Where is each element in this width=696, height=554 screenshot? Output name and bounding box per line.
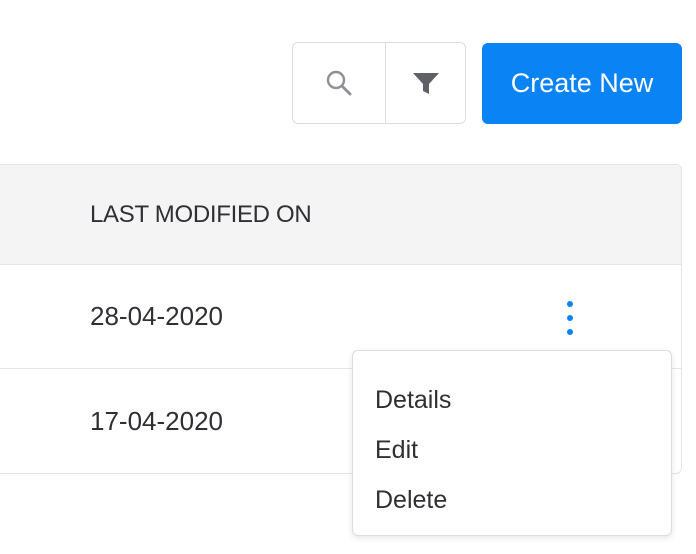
menu-item-details[interactable]: Details — [353, 375, 671, 425]
table-header: LAST MODIFIED ON — [0, 165, 681, 265]
last-modified-cell: 17-04-2020 — [90, 405, 223, 436]
toolbar-button-group — [292, 42, 466, 124]
column-header-last-modified-on: LAST MODIFIED ON — [90, 200, 312, 228]
last-modified-cell: 28-04-2020 — [90, 301, 223, 331]
more-vertical-icon[interactable] — [556, 299, 584, 337]
row-actions-menu: Details Edit Delete — [352, 350, 672, 536]
filter-button[interactable] — [385, 43, 465, 123]
page: Create New LAST MODIFIED ON 28-04-2020 1… — [0, 0, 696, 554]
filter-icon — [412, 73, 439, 94]
search-icon — [326, 70, 352, 96]
create-new-button[interactable]: Create New — [482, 43, 682, 124]
search-button[interactable] — [293, 43, 385, 123]
menu-item-edit[interactable]: Edit — [353, 425, 671, 475]
menu-item-delete[interactable]: Delete — [353, 475, 671, 525]
